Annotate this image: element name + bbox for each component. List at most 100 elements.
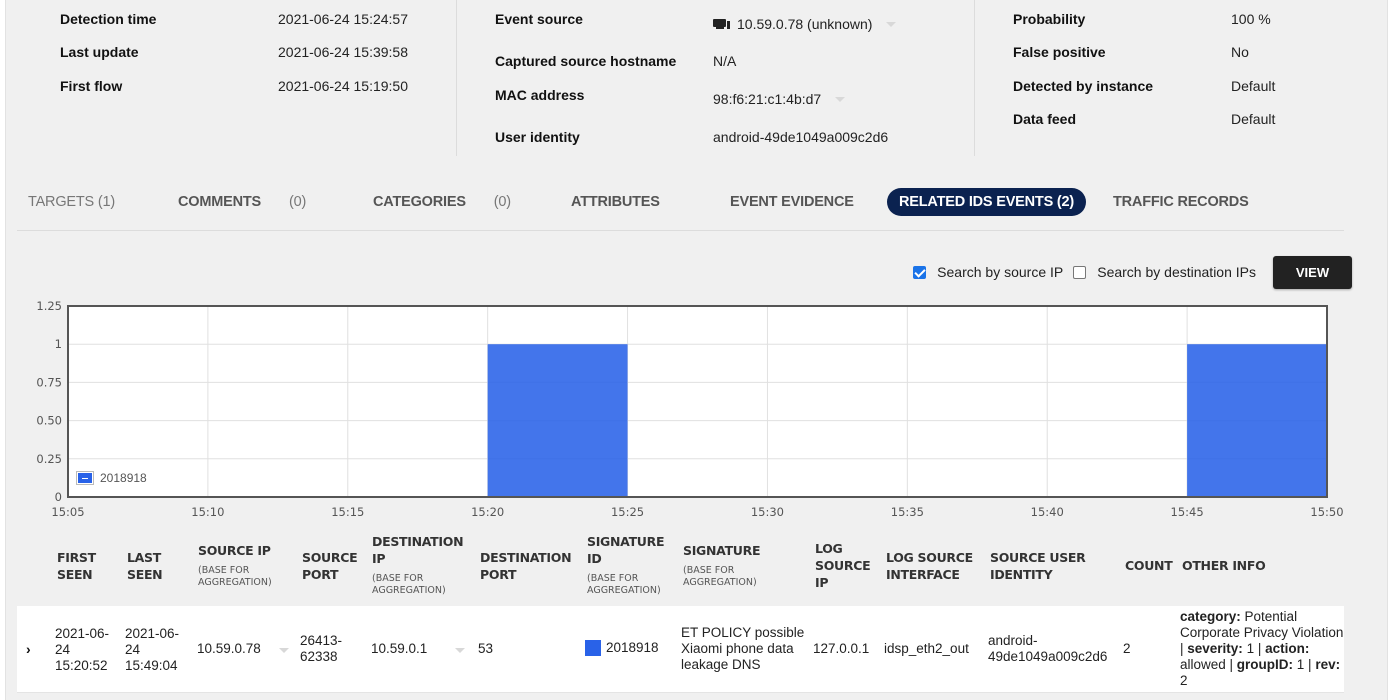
x-tick-label: 15:45 xyxy=(1171,505,1204,519)
header-last-seen[interactable]: LAST SEEN xyxy=(127,549,177,583)
ids-events-chart: 0 0.25 0.50 0.75 1 1.25 15:05 15:10 15:15 15:20 15… xyxy=(20,295,1360,525)
header-source-ip[interactable]: SOURCE IP (BASE FOR AGGREGATION) xyxy=(198,542,298,589)
view-button[interactable]: VIEW xyxy=(1273,255,1352,289)
cell-source-user-identity: android-49de1049a009c2d6 xyxy=(988,633,1108,664)
event-source-value[interactable]: 10.59.0.78 (unknown) xyxy=(713,16,897,32)
y-tick-label: 1 xyxy=(55,337,62,351)
x-tick-label: 15:25 xyxy=(611,505,644,519)
cell-log-source-interface: idsp_eth2_out xyxy=(884,641,969,656)
info-label: Probability xyxy=(1013,11,1086,27)
chevron-down-icon[interactable] xyxy=(886,21,897,27)
tab-attributes[interactable]: ATTRIBUTES xyxy=(571,188,660,216)
tab-count: (0) xyxy=(493,194,511,210)
cell-other-info: category: Potential Corporate Privacy Vi… xyxy=(1180,609,1344,688)
tab-traffic-records[interactable]: TRAFFIC RECORDS xyxy=(1113,188,1249,216)
info-row-captured-hostname: Captured source hostname N/A xyxy=(457,53,974,73)
table-row[interactable]: › 2021-06-24 15:20:52 2021-06-24 15:49:0… xyxy=(17,606,1344,693)
chevron-right-icon[interactable]: › xyxy=(26,641,31,657)
tab-label: CATEGORIES xyxy=(373,194,466,210)
tab-targets[interactable]: TARGETS (1) xyxy=(28,188,115,216)
chevron-down-icon[interactable] xyxy=(278,648,289,653)
x-tick-label: 15:35 xyxy=(891,505,924,519)
event-source-ip: 10.59.0.78 (unknown) xyxy=(737,16,873,32)
cell-source-ip[interactable]: 10.59.0.78 xyxy=(197,641,289,657)
other-info-key: action: xyxy=(1265,641,1310,656)
tab-event-evidence[interactable]: EVENT EVIDENCE xyxy=(730,188,854,216)
mac-address-value[interactable]: 98:f6:21:c1:4b:d7 xyxy=(713,91,846,107)
header-destination-ip[interactable]: DESTINATION IP (BASE FOR AGGREGATION) xyxy=(372,533,472,597)
cell-first-seen: 2021-06-24 15:20:52 xyxy=(55,626,110,673)
signature-color-swatch xyxy=(585,640,601,657)
chart-bar xyxy=(487,344,628,497)
search-dest-ip-checkbox[interactable] xyxy=(1073,265,1087,279)
header-signature[interactable]: SIGNATURE (BASE FOR AGGREGATION) xyxy=(683,542,793,589)
header-signature-id[interactable]: SIGNATURE ID (BASE FOR AGGREGATION) xyxy=(587,533,677,597)
info-label: First flow xyxy=(60,78,123,94)
cell-signature-id: 2018918 xyxy=(585,640,659,657)
search-controls: Search by source IP Search by destinatio… xyxy=(913,255,1352,289)
info-label: User identity xyxy=(495,129,580,145)
info-value: No xyxy=(1231,44,1249,60)
info-row-false-positive: False positive No xyxy=(975,44,1385,64)
y-tick-label: 1.25 xyxy=(36,299,62,313)
info-row-detection-time: Detection time 2021-06-24 15:24:57 xyxy=(5,11,456,31)
header-log-source-interface[interactable]: LOG SOURCE INTERFACE xyxy=(886,549,986,583)
tab-label: COMMENTS xyxy=(178,194,261,210)
cell-signature: ET POLICY possible Xiaomi phone data lea… xyxy=(681,625,805,672)
plot-area xyxy=(68,306,1327,497)
chart-canvas: 0 0.25 0.50 0.75 1 1.25 15:05 15:10 15:15 15:20 15… xyxy=(36,299,1343,519)
info-column-source: Event source 10.59.0.78 (unknown) Captur… xyxy=(457,0,975,156)
header-log-source-ip[interactable]: LOG SOURCE IP xyxy=(815,540,875,591)
legend-swatch[interactable] xyxy=(76,471,94,485)
info-value: 2021-06-24 15:39:58 xyxy=(278,44,408,60)
info-label: Detected by instance xyxy=(1013,78,1154,94)
header-source-user-identity[interactable]: SOURCE USER IDENTITY xyxy=(990,549,1090,583)
info-value: Default xyxy=(1231,111,1276,127)
header-destination-port[interactable]: DESTINATION PORT xyxy=(480,549,580,583)
info-row-detected-by: Detected by instance Default xyxy=(975,78,1385,98)
info-value: 2021-06-24 15:24:57 xyxy=(278,11,408,27)
other-info-key: rev: xyxy=(1315,657,1341,672)
info-label: Last update xyxy=(60,44,139,60)
chart-bar xyxy=(1187,344,1327,497)
info-label: MAC address xyxy=(495,87,585,103)
header-other-info[interactable]: OTHER INFO xyxy=(1182,557,1266,574)
other-info-key: groupID: xyxy=(1236,657,1294,672)
info-row-probability: Probability 100 % xyxy=(975,11,1385,31)
cell-log-source-ip: 127.0.0.1 xyxy=(813,641,870,656)
header-source-port[interactable]: SOURCE PORT xyxy=(302,549,362,583)
cell-last-seen: 2021-06-24 15:49:04 xyxy=(125,626,180,673)
tab-comments[interactable]: COMMENTS (0) xyxy=(178,188,306,216)
x-tick-label: 15:40 xyxy=(1031,505,1064,519)
search-source-ip-checkbox[interactable] xyxy=(913,265,927,279)
mac-address-text: 98:f6:21:c1:4b:d7 xyxy=(713,91,822,107)
chevron-down-icon[interactable] xyxy=(455,648,466,653)
info-value: 2021-06-24 15:19:50 xyxy=(278,78,408,94)
y-tick-label: 0 xyxy=(55,490,62,504)
chart-legend[interactable]: 2018918 xyxy=(76,471,147,485)
info-label: Event source xyxy=(495,11,583,27)
x-tick-label: 15:10 xyxy=(191,505,224,519)
x-tick-label: 15:20 xyxy=(471,505,504,519)
y-tick-label: 0.75 xyxy=(36,375,62,389)
search-source-ip-label[interactable]: Search by source IP xyxy=(937,264,1063,280)
header-first-seen[interactable]: FIRST SEEN xyxy=(57,549,107,583)
chevron-down-icon[interactable] xyxy=(835,96,846,102)
table-header: FIRST SEEN LAST SEEN SOURCE IP (BASE FOR … xyxy=(17,528,1344,604)
tab-categories[interactable]: CATEGORIES (0) xyxy=(373,188,511,216)
device-icon xyxy=(713,18,731,30)
header-count[interactable]: COUNT xyxy=(1125,557,1173,574)
info-row-data-feed: Data feed Default xyxy=(975,111,1385,131)
x-tick-label: 15:50 xyxy=(1310,505,1343,519)
info-row-event-source: Event source 10.59.0.78 (unknown) xyxy=(457,11,974,32)
info-label: Captured source hostname xyxy=(495,53,677,69)
x-tick-label: 15:15 xyxy=(331,505,364,519)
cell-destination-ip[interactable]: 10.59.0.1 xyxy=(371,641,466,657)
tab-related-ids-events[interactable]: RELATED IDS EVENTS (2) xyxy=(887,188,1086,216)
search-dest-ip-label[interactable]: Search by destination IPs xyxy=(1097,264,1256,280)
y-tick-label: 0.25 xyxy=(36,452,62,466)
cell-count: 2 xyxy=(1123,641,1131,656)
info-label: False positive xyxy=(1013,44,1106,60)
info-value: Default xyxy=(1231,78,1276,94)
cell-source-port: 26413-62338 xyxy=(300,633,343,664)
